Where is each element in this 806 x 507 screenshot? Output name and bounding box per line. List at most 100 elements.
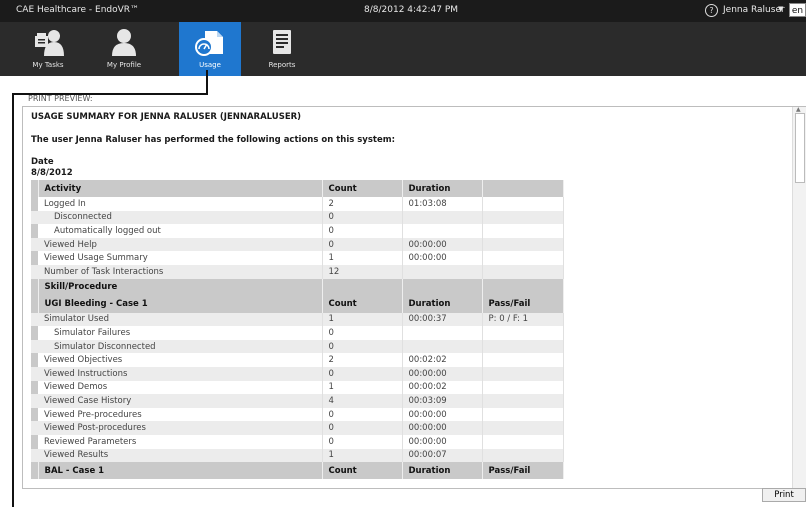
scrollbar[interactable]: ▲	[792, 107, 806, 488]
table-cell	[482, 434, 564, 449]
date-label: Date	[31, 157, 54, 167]
row-spacer	[31, 339, 38, 354]
table-cell: Automatically logged out	[38, 224, 323, 238]
table-cell: Duration	[402, 180, 483, 197]
tab-label: My Profile	[106, 61, 142, 69]
table-cell: BAL - Case 1	[38, 462, 323, 480]
tasks-icon	[18, 28, 78, 56]
print-preview-pane: USAGE SUMMARY FOR JENNA RALUSER (JENNARA…	[22, 106, 806, 489]
row-spacer	[31, 434, 38, 449]
usage-table: Activity Count Duration Logged In 2 01:03:08 D…	[31, 180, 564, 480]
usage-icon	[179, 28, 241, 56]
tab-label: Reports	[268, 61, 296, 69]
table-cell	[482, 210, 564, 225]
table-header-row: Activity Count Duration	[31, 180, 564, 197]
row-spacer	[31, 421, 38, 435]
table-row: Viewed Case History 4 00:03:09	[31, 394, 564, 408]
table-cell	[482, 237, 564, 252]
table-cell	[482, 251, 564, 265]
table-cell	[482, 366, 564, 381]
table-row: Viewed Help 0 00:00:00	[31, 237, 564, 252]
row-spacer	[31, 295, 39, 313]
table-row: Disconnected 0	[31, 210, 564, 225]
row-spacer	[31, 448, 38, 463]
table-cell	[482, 339, 564, 354]
tab-usage[interactable]: Usage	[179, 22, 241, 76]
user-menu[interactable]: Jenna Raluser	[723, 5, 785, 15]
row-spacer	[31, 366, 38, 381]
table-cell: Reviewed Parameters	[38, 434, 323, 449]
table-cell	[482, 278, 564, 296]
table-cell: 00:00:02	[402, 380, 483, 395]
table-row: Reviewed Parameters 0 00:00:00	[31, 434, 564, 449]
table-cell: 4	[322, 394, 403, 408]
table-cell: 00:03:09	[402, 394, 483, 408]
table-row: Automatically logged out 0	[31, 224, 564, 238]
language-select[interactable]: en	[789, 3, 806, 17]
print-button[interactable]: Print	[762, 488, 806, 502]
callout-line	[206, 70, 208, 95]
table-cell: Count	[322, 180, 403, 197]
row-spacer	[31, 224, 38, 238]
table-cell: Viewed Demos	[38, 380, 323, 395]
table-cell: 2	[322, 197, 403, 211]
table-row: Viewed Post-procedures 0 00:00:00	[31, 421, 564, 435]
table-cell: 00:00:37	[402, 312, 483, 327]
table-row: Simulator Disconnected 0	[31, 339, 564, 354]
table-cell: 0	[322, 434, 403, 449]
table-cell: Skill/Procedure	[38, 278, 323, 296]
table-cell	[402, 210, 483, 225]
table-row: Viewed Results 1 00:00:07	[31, 448, 564, 463]
row-spacer	[31, 278, 39, 296]
row-spacer	[31, 312, 38, 327]
table-cell: Duration	[402, 295, 483, 313]
report-title: USAGE SUMMARY FOR JENNA RALUSER (JENNARA…	[31, 112, 302, 122]
table-cell: 00:00:00	[402, 434, 483, 449]
tab-label: Usage	[199, 61, 221, 69]
table-cell: Simulator Failures	[38, 326, 323, 340]
scroll-thumb[interactable]	[795, 113, 805, 183]
table-cell: 0	[322, 339, 403, 354]
table-cell	[402, 326, 483, 340]
table-cell: 0	[322, 421, 403, 435]
profile-icon	[94, 28, 154, 56]
table-cell: 0	[322, 326, 403, 340]
table-cell	[322, 278, 403, 296]
table-cell: 0	[322, 366, 403, 381]
table-cell: 00:00:00	[402, 421, 483, 435]
print-preview-label: PRINT PREVIEW:	[28, 94, 93, 103]
tab-my-tasks[interactable]: My Tasks	[18, 22, 78, 76]
row-spacer	[31, 326, 38, 340]
scroll-up-icon[interactable]: ▲	[796, 107, 801, 113]
table-cell	[482, 326, 564, 340]
report-intro: The user Jenna Raluser has performed the…	[31, 135, 395, 145]
table-cell: 0	[322, 224, 403, 238]
table-cell	[482, 264, 564, 279]
tab-my-profile[interactable]: My Profile	[94, 22, 154, 76]
chevron-down-icon[interactable]: ▼	[778, 5, 783, 13]
table-row: Viewed Objectives 2 00:02:02	[31, 353, 564, 367]
table-cell: Viewed Objectives	[38, 353, 323, 367]
table-cell	[482, 448, 564, 463]
table-row: Viewed Pre-procedures 0 00:00:00	[31, 407, 564, 422]
table-cell	[482, 380, 564, 395]
table-cell: Logged In	[38, 197, 323, 211]
table-cell	[482, 394, 564, 408]
table-header-row: Skill/Procedure	[31, 278, 564, 296]
tab-reports[interactable]: Reports	[252, 22, 312, 76]
help-icon[interactable]: ?	[705, 4, 718, 17]
table-cell	[482, 224, 564, 238]
row-spacer	[31, 353, 38, 367]
table-cell: Simulator Used	[38, 312, 323, 327]
table-cell	[402, 264, 483, 279]
callout-line	[12, 93, 14, 507]
table-cell: Viewed Post-procedures	[38, 421, 323, 435]
table-cell: Viewed Results	[38, 448, 323, 463]
table-cell: Duration	[402, 462, 483, 480]
table-cell	[482, 421, 564, 435]
date-value: 8/8/2012	[31, 168, 73, 178]
reports-icon	[252, 28, 312, 56]
table-cell: 0	[322, 237, 403, 252]
table-cell: 01:03:08	[402, 197, 483, 211]
table-cell: 00:00:07	[402, 448, 483, 463]
